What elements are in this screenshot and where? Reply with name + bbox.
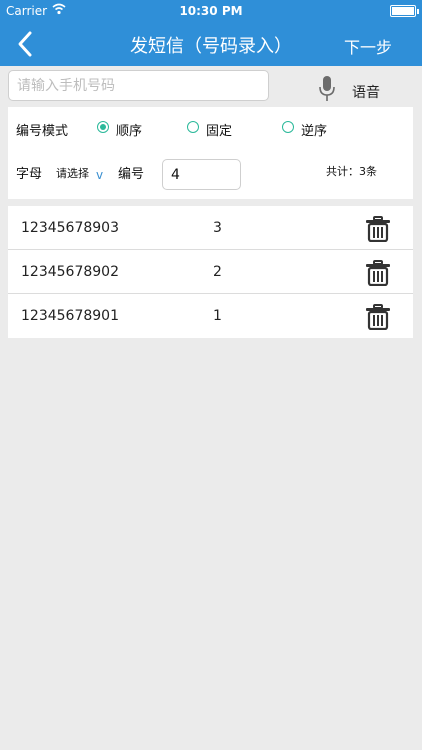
status-time: 10:30 PM [179,4,243,18]
radio-sequential-label[interactable]: 顺序 [116,120,142,139]
voice-button[interactable]: 语音 [352,82,380,102]
trash-icon[interactable] [365,304,391,330]
phone-number: 12345678901 [21,308,119,324]
sequence-number: 1 [213,308,222,324]
sequence-number: 3 [213,220,222,236]
navigation-bar: Carrier 10:30 PM 发短信（号码录入） 下一步 [0,0,422,66]
radio-reverse[interactable] [282,121,294,133]
phone-input-wrapper [8,70,269,101]
radio-fixed[interactable] [187,121,199,133]
radio-sequential[interactable] [97,121,109,133]
status-bar: Carrier 10:30 PM [0,0,422,22]
phone-number: 12345678902 [21,264,119,280]
record-list: 12345678903 3 12345678902 2 12345678901 … [8,206,413,338]
list-item: 12345678902 2 [8,250,413,294]
list-item: 12345678903 3 [8,206,413,250]
microphone-icon[interactable] [318,76,336,102]
trash-icon[interactable] [365,260,391,286]
battery-icon [390,5,419,17]
letter-label: 字母 [16,167,43,182]
number-input-wrapper [162,159,241,190]
settings-panel: 编号模式 顺序 固定 逆序 字母 请选择 v 编号 共计：3条 [8,107,413,199]
mode-label: 编号模式 [16,124,69,139]
phone-number: 12345678903 [21,220,119,236]
number-label: 编号 [118,167,145,182]
sequence-number: 2 [213,264,222,280]
radio-fixed-label[interactable]: 固定 [206,120,232,139]
letter-select[interactable]: 请选择 [56,165,89,181]
total-count: 共计：3条 [326,165,377,178]
radio-reverse-label[interactable]: 逆序 [301,120,327,139]
next-step-button[interactable]: 下一步 [344,34,392,58]
phone-input[interactable] [9,71,268,100]
number-input[interactable] [163,160,240,189]
chevron-down-icon[interactable]: v [96,168,103,182]
trash-icon[interactable] [365,216,391,242]
list-item: 12345678901 1 [8,294,413,338]
